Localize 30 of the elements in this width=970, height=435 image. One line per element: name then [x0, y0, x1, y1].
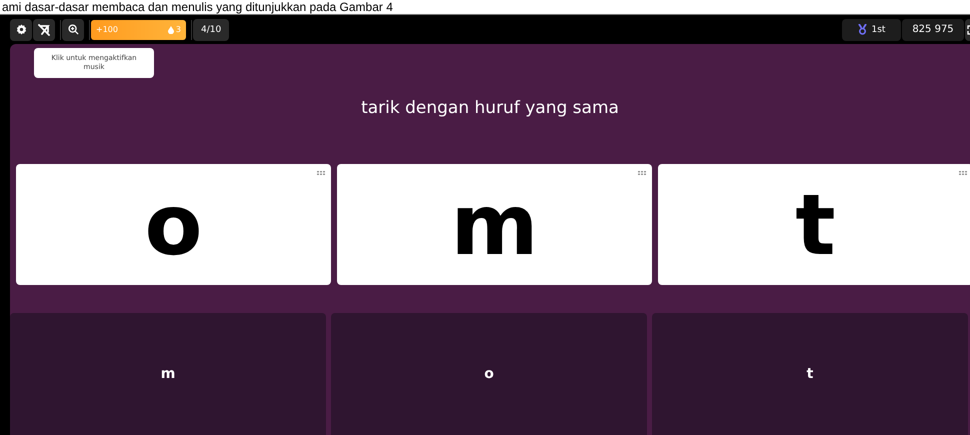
- answer-letter: m: [160, 366, 176, 382]
- bonus-points: +100: [96, 25, 118, 34]
- answer-tile[interactable]: o: [331, 313, 647, 435]
- instruction-text: tarik dengan huruf yang sama: [361, 98, 619, 118]
- medal-icon: [858, 24, 867, 35]
- music-off-button[interactable]: [33, 18, 55, 40]
- rank-text: 1st: [872, 24, 886, 34]
- settings-button[interactable]: [10, 18, 32, 40]
- letter-card[interactable]: t: [658, 164, 970, 285]
- card-letter: m: [450, 182, 538, 266]
- grip-icon: [959, 171, 967, 175]
- zoom-button[interactable]: [62, 18, 84, 40]
- card-letter: t: [795, 182, 836, 266]
- letter-card[interactable]: o: [16, 164, 331, 285]
- letter-card[interactable]: m: [337, 164, 652, 285]
- gear-icon: [16, 24, 26, 35]
- muted-music-icon: [38, 24, 50, 36]
- drop-icon: [168, 26, 174, 34]
- answer-tile[interactable]: t: [652, 313, 968, 435]
- drop-count: 3: [176, 25, 181, 34]
- total-score: 825 975: [902, 18, 964, 40]
- grip-icon: [638, 171, 646, 175]
- zoom-in-icon: [68, 24, 78, 35]
- answer-letter: o: [484, 366, 494, 382]
- caption-text: ami dasar-dasar membaca dan menulis yang ditunjukkan pada Gambar 4: [2, 0, 393, 14]
- grip-icon: [317, 171, 325, 175]
- answer-tile[interactable]: m: [10, 313, 326, 435]
- card-letter: o: [144, 182, 202, 266]
- answer-letter: t: [806, 366, 814, 382]
- fullscreen-icon: [966, 24, 970, 34]
